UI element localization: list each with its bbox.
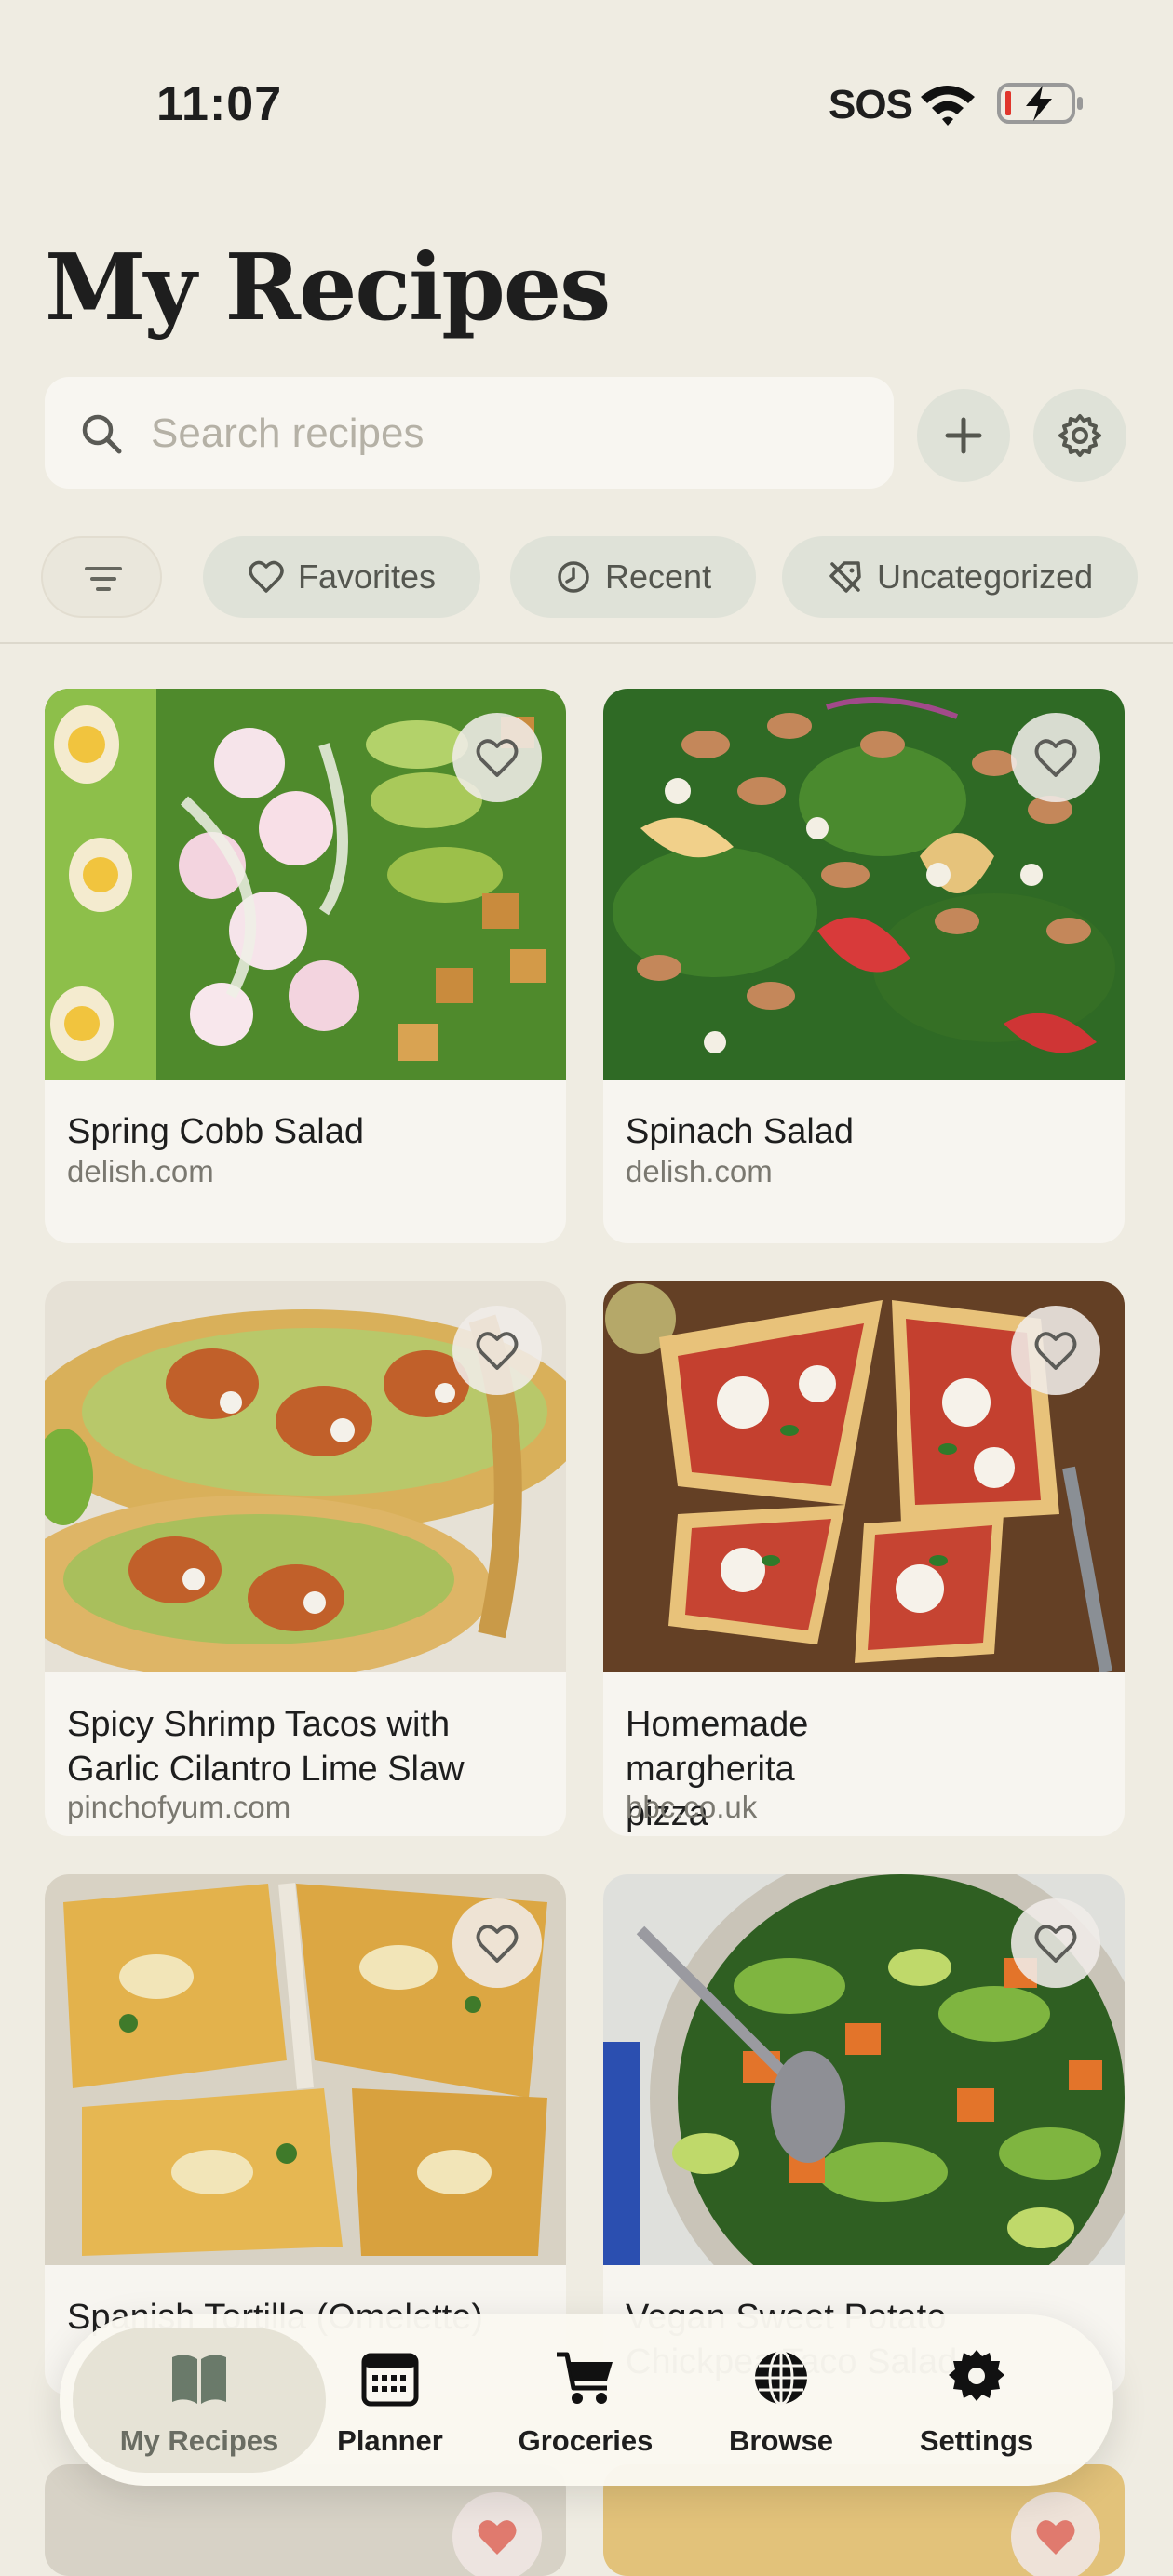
recipe-card[interactable]: Spring Cobb Salad delish.com	[45, 689, 566, 1243]
recipe-card[interactable]: Spicy Shrimp Tacos with Garlic Cilantro …	[45, 1281, 566, 1836]
recipe-name: Spring Cobb Salad	[67, 1112, 364, 1151]
gear-icon	[949, 2350, 1004, 2401]
favorite-button[interactable]	[1011, 2492, 1100, 2576]
cart-icon	[557, 2352, 613, 2404]
tab-planner[interactable]: Planner	[292, 2314, 488, 2486]
heart-filled-icon	[1036, 2520, 1075, 2555]
recipe-source: bbc.co.uk	[626, 1790, 758, 1824]
favorite-button[interactable]	[452, 1898, 542, 1988]
favorite-button[interactable]	[1011, 713, 1100, 802]
tab-label: Settings	[919, 2424, 1034, 2457]
globe-icon	[755, 2350, 807, 2406]
recipe-card[interactable]: Homemade margherita pizza bbc.co.uk	[603, 1281, 1125, 1836]
recipe-name: Spicy Shrimp Tacos with Garlic Cilantro …	[67, 1705, 465, 1789]
calendar-icon	[361, 2353, 419, 2407]
heart-outline-icon	[476, 1332, 519, 1370]
tab-settings[interactable]: Settings	[879, 2314, 1074, 2486]
open-book-icon	[172, 2355, 226, 2404]
recipe-source: pinchofyum.com	[67, 1790, 291, 1824]
heart-outline-icon	[476, 1925, 519, 1963]
favorite-button[interactable]	[452, 1306, 542, 1395]
recipe-name: Spinach Salad	[626, 1112, 855, 1151]
heart-filled-icon	[478, 2520, 517, 2555]
recipe-grid: Spring Cobb Salad delish.com Spinach Sal…	[0, 0, 1173, 2576]
tab-label: Planner	[337, 2424, 443, 2457]
favorite-button[interactable]	[1011, 1306, 1100, 1395]
heart-outline-icon	[1034, 739, 1077, 777]
tab-label: Groceries	[518, 2424, 654, 2457]
heart-outline-icon	[1034, 1925, 1077, 1963]
heart-outline-icon	[476, 739, 519, 777]
recipe-source: delish.com	[67, 1154, 214, 1188]
favorite-button[interactable]	[1011, 1898, 1100, 1988]
favorite-button[interactable]	[452, 2492, 542, 2576]
recipe-card[interactable]: Spinach Salad delish.com	[603, 689, 1125, 1243]
tab-my-recipes[interactable]: My Recipes	[73, 2328, 326, 2473]
tab-browse[interactable]: Browse	[683, 2314, 879, 2486]
recipe-source: delish.com	[626, 1154, 773, 1188]
heart-outline-icon	[1034, 1332, 1077, 1370]
bottom-tab-bar: My Recipes Planner Groceries Browse Sett…	[60, 2314, 1113, 2486]
tab-label: My Recipes	[119, 2424, 279, 2457]
tab-label: Browse	[729, 2424, 833, 2457]
favorite-button[interactable]	[452, 713, 542, 802]
tab-groceries[interactable]: Groceries	[488, 2314, 683, 2486]
